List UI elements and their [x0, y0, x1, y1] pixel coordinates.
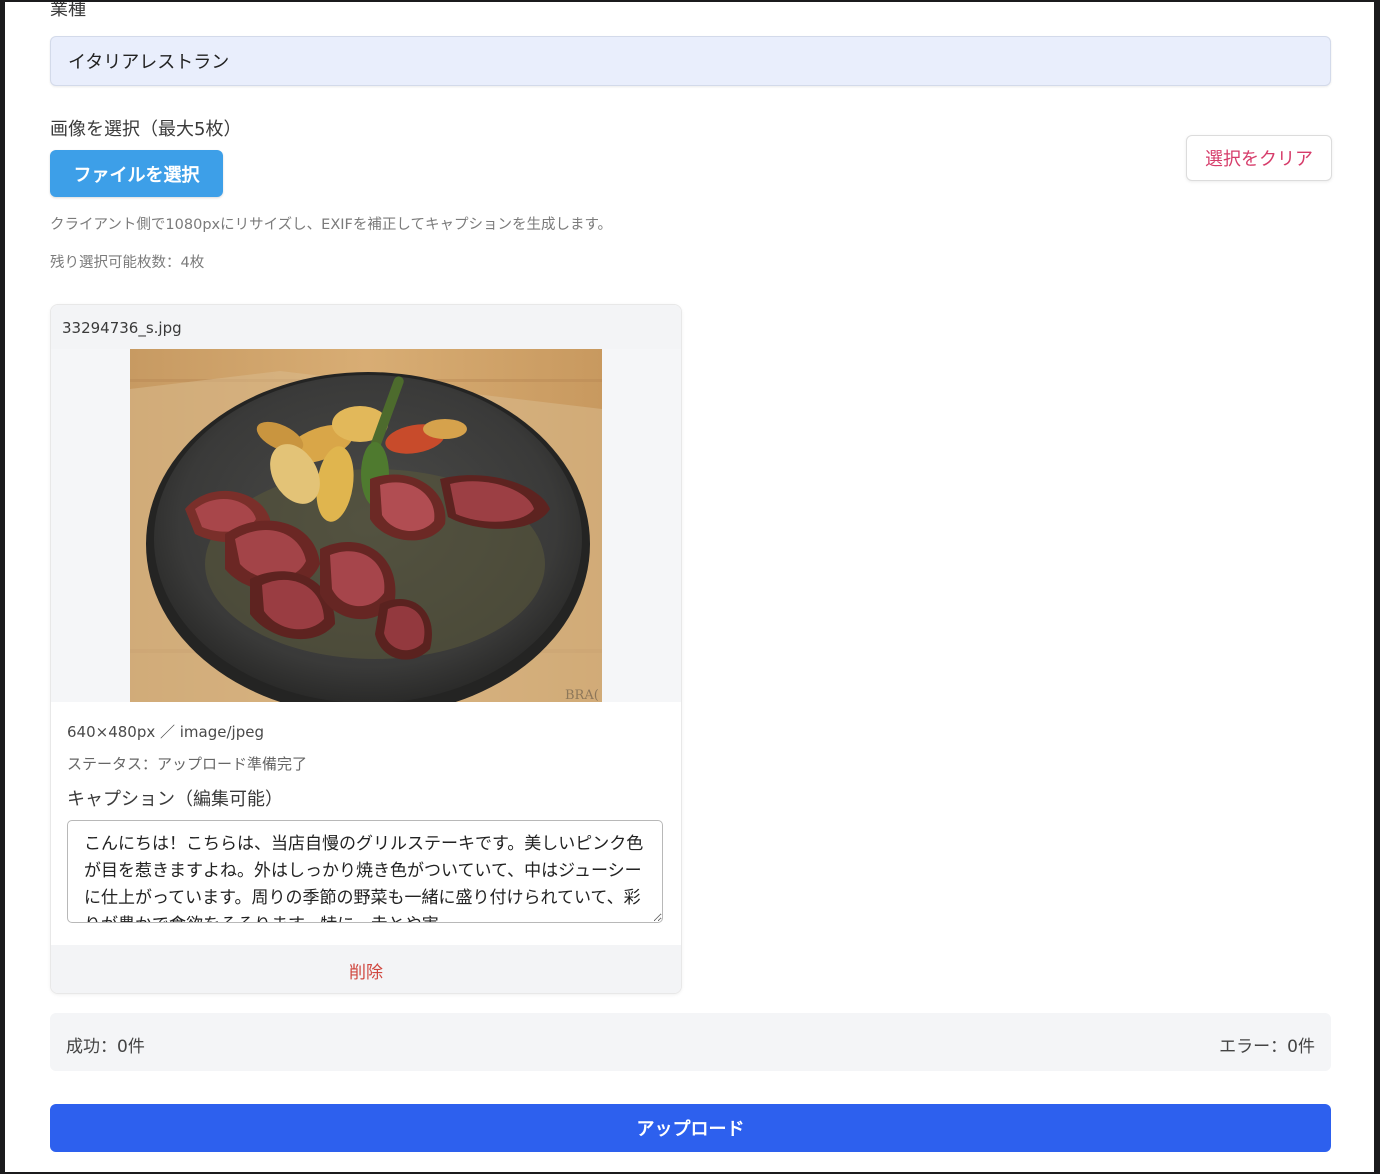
caption-label: キャプション（編集可能）: [67, 789, 283, 810]
image-size-info: 640×480px ／ image/jpeg: [67, 723, 264, 741]
upload-summary: 成功：0件 エラー：0件: [50, 1013, 1331, 1071]
error-count: エラー：0件: [1219, 1037, 1315, 1057]
file-name: 33294736_s.jpg: [62, 319, 182, 337]
industry-label: 業種: [50, 2, 86, 20]
image-select-label: 画像を選択（最大5枚）: [50, 119, 242, 140]
resize-hint: クライアント側で1080pxにリサイズし、EXIFを補正してキャプションを生成し…: [50, 217, 612, 233]
delete-button[interactable]: 削除: [51, 958, 681, 983]
steak-photo: BRA(: [130, 349, 602, 702]
upload-button[interactable]: アップロード: [50, 1104, 1331, 1152]
success-count: 成功：0件: [66, 1037, 145, 1057]
svg-text:BRA(: BRA(: [565, 688, 599, 702]
caption-textarea[interactable]: こんにちは！こちらは、当店自慢のグリルステーキです。美しいピンク色が目を惹きます…: [67, 820, 663, 923]
remaining-count: 残り選択可能枚数：4枚: [50, 255, 205, 271]
upload-status: ステータス：アップロード準備完了: [67, 755, 308, 773]
clear-selection-button[interactable]: 選択をクリア: [1186, 135, 1332, 181]
card-footer: 削除: [51, 945, 681, 993]
choose-file-button[interactable]: ファイルを選択: [50, 150, 223, 197]
upload-form: 業種 画像を選択（最大5枚） ファイルを選択 選択をクリア クライアント側で10…: [5, 2, 1374, 1172]
card-header: 33294736_s.jpg: [51, 305, 681, 349]
industry-input[interactable]: [50, 36, 1331, 86]
image-preview-card: 33294736_s.jpg BRA(640×480px ／ image/jp…: [50, 304, 682, 994]
image-preview-area: BRA(: [51, 349, 681, 702]
